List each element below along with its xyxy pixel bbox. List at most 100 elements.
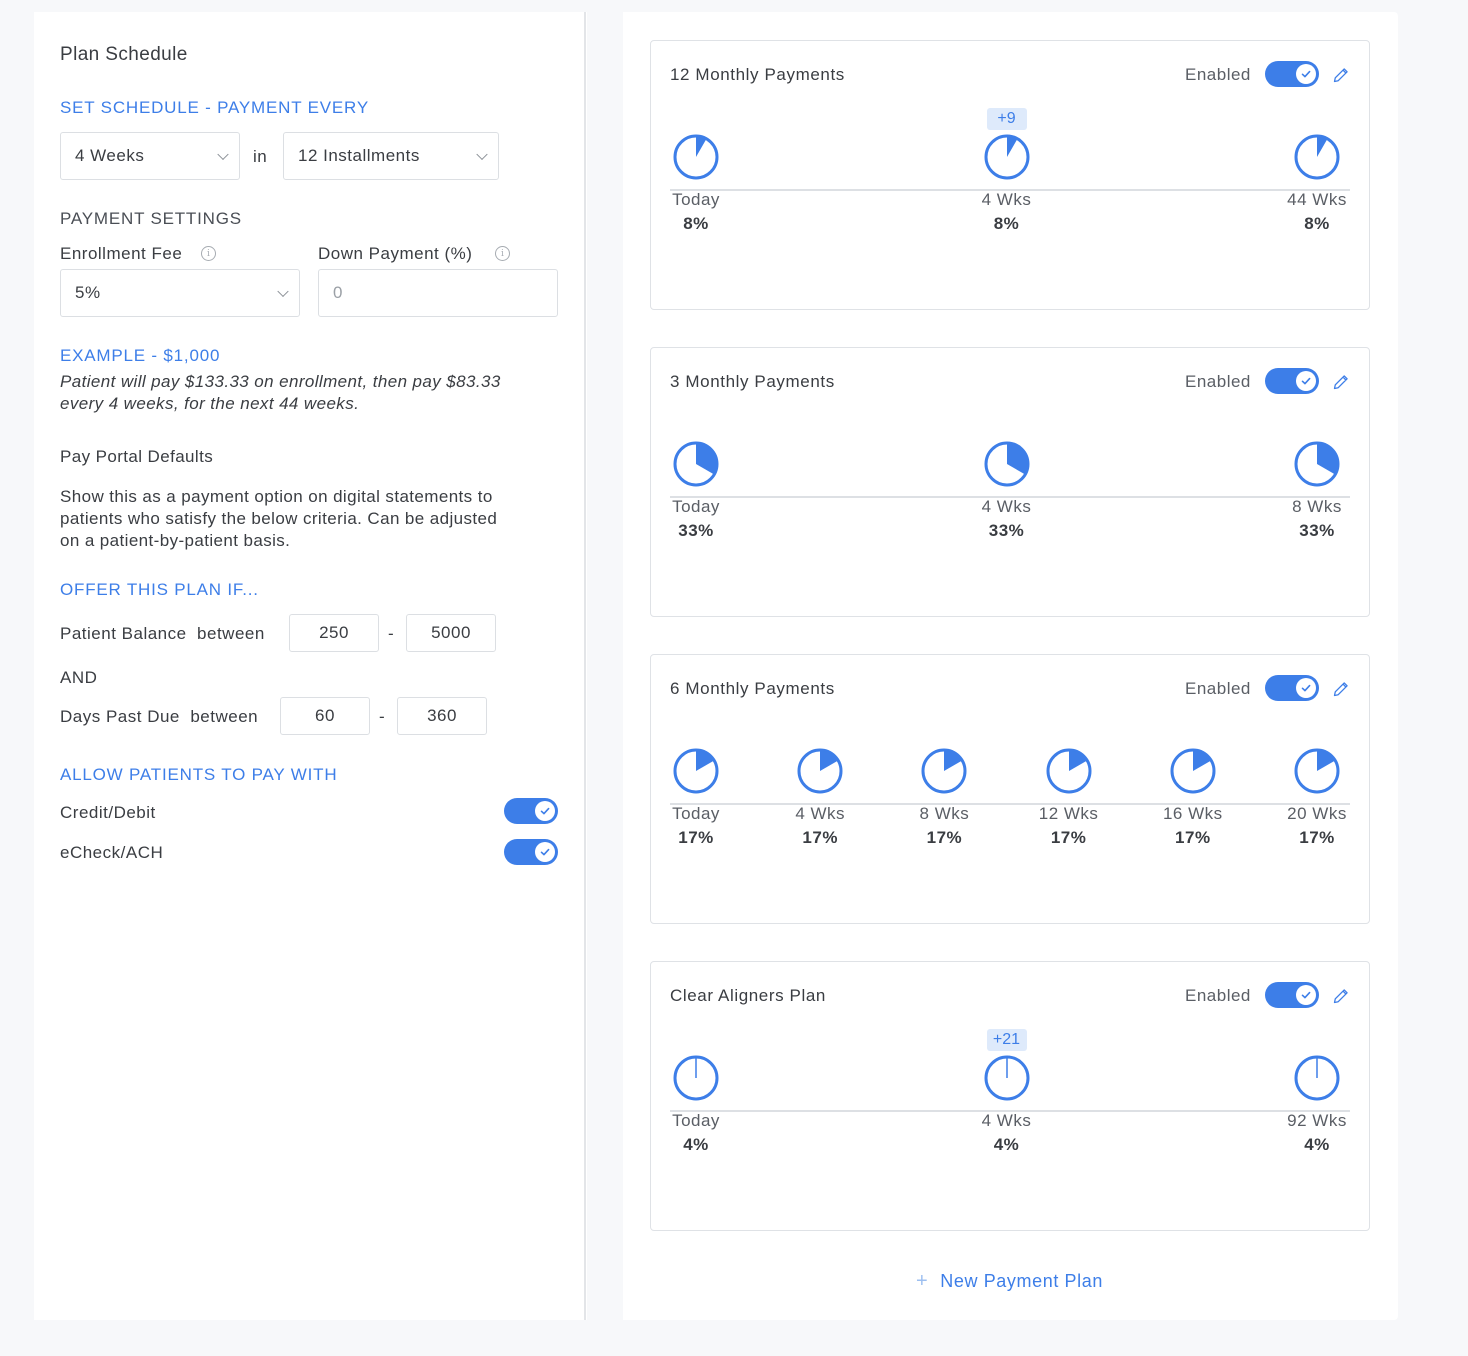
enrollment-fee-label: Enrollment Fee <box>60 244 183 263</box>
balance-max-input[interactable]: 5000 <box>406 614 496 652</box>
plan-title: 12 Monthly Payments <box>670 65 845 84</box>
enrollment-fee-value: 5% <box>75 283 101 302</box>
payment-share-pie <box>673 1055 719 1101</box>
payment-plan-card: 12 Monthly Payments Enabled Today 8% +9 4 Wks… <box>650 40 1370 310</box>
plan-enabled-label: Enabled <box>1185 679 1251 698</box>
schedule-point-label: 12 Wks <box>1038 804 1099 823</box>
payment-share-pie <box>984 134 1029 180</box>
schedule-point-percent: 4% <box>993 1135 1020 1154</box>
chevron-down-icon <box>277 285 289 298</box>
schedule-point-percent: 33% <box>988 521 1025 540</box>
timeline-line <box>670 803 1350 805</box>
installments-value: 12 Installments <box>298 146 420 165</box>
credit-debit-label: Credit/Debit <box>60 803 156 822</box>
credit-debit-toggle[interactable] <box>504 798 558 824</box>
payment-plan-card: 3 Monthly Payments Enabled Today 33% 4 Wks 33… <box>650 347 1370 617</box>
plan-enabled-toggle[interactable] <box>1265 368 1319 394</box>
schedule-point-percent: 33% <box>678 521 714 540</box>
days-max-input[interactable]: 360 <box>397 697 487 735</box>
example-heading: EXAMPLE - $1,000 <box>60 346 221 365</box>
pencil-icon[interactable] <box>1331 372 1351 392</box>
pencil-icon[interactable] <box>1331 65 1351 85</box>
skipped-payments-badge: +9 <box>986 108 1027 130</box>
check-icon <box>535 842 555 862</box>
days-min-input[interactable]: 60 <box>280 697 370 735</box>
plan-enabled-toggle[interactable] <box>1265 982 1319 1008</box>
echeck-ach-toggle[interactable] <box>504 839 558 865</box>
schedule-point-percent: 17% <box>1175 828 1211 847</box>
plan-enabled-label: Enabled <box>1185 986 1251 1005</box>
interval-select[interactable]: 4 Weeks <box>60 132 240 180</box>
down-payment-label: Down Payment (%) <box>318 244 473 263</box>
schedule-point-percent: 4% <box>1304 1135 1330 1154</box>
schedule-point-percent: 8% <box>1304 214 1330 233</box>
plan-enabled-toggle[interactable] <box>1265 675 1319 701</box>
payment-share-pie <box>1170 748 1216 794</box>
schedule-point-percent: 17% <box>678 828 714 847</box>
new-payment-plan-label: New Payment Plan <box>940 1271 1103 1291</box>
range-dash: - <box>388 624 395 643</box>
interval-value: 4 Weeks <box>75 146 145 165</box>
payment-share-pie <box>921 748 967 794</box>
schedule-point-label: 8 Wks <box>919 804 970 823</box>
payment-share-pie <box>1294 748 1340 794</box>
chevron-down-icon <box>217 148 229 161</box>
payment-share-pie <box>673 441 719 487</box>
offer-heading: OFFER THIS PLAN IF... <box>60 580 259 599</box>
balance-min-input[interactable]: 250 <box>289 614 379 652</box>
plan-title: 6 Monthly Payments <box>670 679 835 698</box>
info-icon[interactable]: i <box>201 246 216 261</box>
pencil-icon[interactable] <box>1331 679 1351 699</box>
payment-share-pie <box>673 748 719 794</box>
schedule-point-percent: 17% <box>802 828 838 847</box>
installments-select[interactable]: 12 Installments <box>283 132 499 180</box>
days-min-value: 60 <box>315 706 335 725</box>
payment-plan-card: 6 Monthly Payments Enabled Today 17% 4 Wks 17… <box>650 654 1370 924</box>
portal-desc-line-2: patients who satisfy the below criteria.… <box>60 509 498 528</box>
info-icon[interactable]: i <box>495 246 510 261</box>
pencil-icon[interactable] <box>1331 986 1351 1006</box>
schedule-point-percent: 8% <box>993 214 1020 233</box>
check-icon <box>535 801 555 821</box>
schedule-point-percent: 4% <box>683 1135 709 1154</box>
schedule-point-percent: 17% <box>1299 828 1335 847</box>
schedule-point-label: 4 Wks <box>981 190 1032 209</box>
plan-enabled-label: Enabled <box>1185 65 1251 84</box>
plan-enabled-toggle[interactable] <box>1265 61 1319 87</box>
check-icon <box>1296 678 1316 698</box>
portal-desc-line-1: Show this as a payment option on digital… <box>60 487 493 506</box>
portal-desc-line-3: on a patient-by-patient basis. <box>60 531 291 550</box>
schedule-point-label: 16 Wks <box>1162 804 1223 823</box>
range-dash: - <box>379 707 386 726</box>
down-payment-placeholder: 0 <box>333 283 343 302</box>
schedule-point-label: 4 Wks <box>795 804 846 823</box>
payment-settings-heading: PAYMENT SETTINGS <box>60 209 242 228</box>
plan-title: 3 Monthly Payments <box>670 372 835 391</box>
new-payment-plan-button[interactable]: + New Payment Plan <box>916 1270 1103 1293</box>
chevron-down-icon <box>476 148 488 161</box>
down-payment-input[interactable]: 0 <box>318 269 558 317</box>
check-icon <box>1296 371 1316 391</box>
plus-icon: + <box>916 1270 929 1292</box>
schedule-point-label: Today <box>672 190 720 209</box>
patient-balance-label: Patient Balance between <box>60 624 265 643</box>
example-line-1: Patient will pay $133.33 on enrollment, … <box>60 372 501 391</box>
payment-share-pie <box>1294 134 1340 180</box>
skipped-payments-badge: +21 <box>986 1029 1027 1051</box>
enrollment-fee-select[interactable]: 5% <box>60 269 300 317</box>
set-schedule-heading: SET SCHEDULE - PAYMENT EVERY <box>60 98 369 117</box>
schedule-point-percent: 8% <box>683 214 709 233</box>
schedule-point-percent: 17% <box>1050 828 1087 847</box>
echeck-ach-label: eCheck/ACH <box>60 843 164 862</box>
payment-plan-card: Clear Aligners Plan Enabled Today 4% +21 4 Wk… <box>650 961 1370 1231</box>
schedule-point-label: 8 Wks <box>1292 497 1342 516</box>
in-label: in <box>253 147 268 166</box>
panel-gutter <box>587 12 623 1320</box>
payment-share-pie <box>797 748 843 794</box>
page-title: Plan Schedule <box>60 44 188 65</box>
check-icon <box>1296 985 1316 1005</box>
schedule-point-label: Today <box>672 497 720 516</box>
payment-share-pie <box>1294 441 1340 487</box>
plan-title: Clear Aligners Plan <box>670 986 826 1005</box>
pay-portal-title: Pay Portal Defaults <box>60 447 214 466</box>
